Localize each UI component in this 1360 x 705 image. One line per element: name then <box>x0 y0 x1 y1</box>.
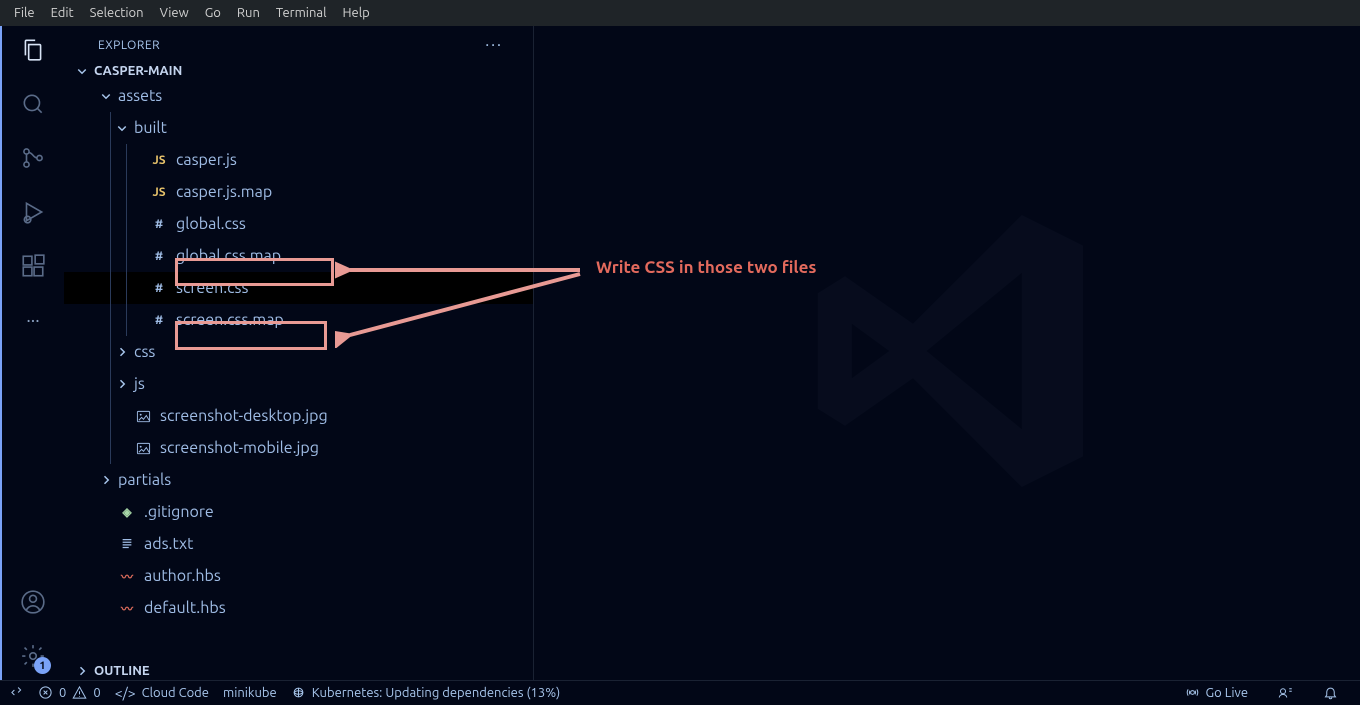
outline-section-header[interactable]: OUTLINE <box>64 660 533 680</box>
css-icon: # <box>150 247 168 265</box>
menu-selection[interactable]: Selection <box>82 4 152 22</box>
folder-built[interactable]: built <box>64 112 533 144</box>
chevron-right-icon <box>114 376 130 392</box>
file-screen-css-map[interactable]: # screen.css.map <box>64 304 533 336</box>
file-label: casper.js <box>176 151 237 169</box>
status-kubernetes[interactable]: Kubernetes: Updating dependencies (13%) <box>291 685 561 700</box>
status-cloud-code-label: Cloud Code <box>142 686 209 700</box>
file-screenshot-mobile[interactable]: screenshot-mobile.jpg <box>64 432 533 464</box>
project-name: CASPER-MAIN <box>94 64 182 78</box>
status-warnings-count: 0 <box>93 686 100 700</box>
text-icon <box>118 535 136 553</box>
folder-css[interactable]: css <box>64 336 533 368</box>
status-minikube[interactable]: minikube <box>223 686 277 700</box>
remote-indicator[interactable] <box>0 681 34 705</box>
folder-assets[interactable]: assets <box>64 80 533 112</box>
settings-badge: 1 <box>34 657 51 674</box>
editor-area <box>534 26 1360 680</box>
source-control-icon[interactable] <box>19 144 47 172</box>
file-casper-js-map[interactable]: JS casper.js.map <box>64 176 533 208</box>
folder-label: css <box>134 343 155 361</box>
chevron-down-icon <box>98 88 114 104</box>
status-feedback-icon[interactable] <box>1278 685 1293 700</box>
outline-label: OUTLINE <box>94 664 150 678</box>
handlebars-icon: 〰 <box>118 599 136 617</box>
file-casper-js[interactable]: JS casper.js <box>64 144 533 176</box>
git-icon: ◈ <box>118 503 136 521</box>
activity-bar: ··· 1 <box>0 26 64 680</box>
file-label: casper.js.map <box>176 183 272 201</box>
explorer-icon[interactable] <box>19 36 47 64</box>
status-kubernetes-label: Kubernetes: Updating dependencies (13%) <box>312 686 561 700</box>
chevron-right-icon <box>98 472 114 488</box>
css-icon: # <box>150 215 168 233</box>
status-cloud-code[interactable]: </> Cloud Code <box>115 685 209 701</box>
file-screenshot-desktop[interactable]: screenshot-desktop.jpg <box>64 400 533 432</box>
explorer-sidebar: EXPLORER ··· CASPER-MAIN assets built JS <box>64 26 534 680</box>
ellipsis-icon[interactable]: ··· <box>19 306 47 334</box>
explorer-title: EXPLORER <box>98 39 160 52</box>
annotation-text: Write CSS in those two files <box>596 258 816 277</box>
menu-file[interactable]: File <box>6 4 43 22</box>
file-label: screenshot-desktop.jpg <box>160 407 328 425</box>
file-gitignore[interactable]: ◈ .gitignore <box>64 496 533 528</box>
status-bar: 0 0 </> Cloud Code minikube Kubernetes: … <box>0 680 1360 704</box>
settings-icon[interactable]: 1 <box>19 642 47 670</box>
folder-partials[interactable]: partials <box>64 464 533 496</box>
file-label: ads.txt <box>144 535 193 553</box>
file-label: .gitignore <box>144 503 214 521</box>
file-global-css[interactable]: # global.css <box>64 208 533 240</box>
file-label: author.hbs <box>144 567 221 585</box>
status-errors-count: 0 <box>59 686 66 700</box>
file-label: global.css.map <box>176 247 281 265</box>
menu-terminal[interactable]: Terminal <box>268 4 335 22</box>
css-icon: # <box>150 311 168 329</box>
search-icon[interactable] <box>19 90 47 118</box>
folder-label: js <box>134 375 145 393</box>
folder-label: built <box>134 119 167 137</box>
file-label: screenshot-mobile.jpg <box>160 439 319 457</box>
chevron-down-icon <box>114 120 130 136</box>
file-ads-txt[interactable]: ads.txt <box>64 528 533 560</box>
extensions-icon[interactable] <box>19 252 47 280</box>
file-screen-css[interactable]: # screen.css <box>64 272 533 304</box>
folder-label: partials <box>118 471 171 489</box>
chevron-right-icon <box>114 344 130 360</box>
js-icon: JS <box>150 151 168 169</box>
menu-view[interactable]: View <box>152 4 197 22</box>
status-bell-icon[interactable] <box>1323 685 1338 700</box>
folder-label: assets <box>118 87 162 105</box>
image-icon <box>134 439 152 457</box>
css-icon: # <box>150 279 168 297</box>
status-problems[interactable]: 0 0 <box>38 685 101 700</box>
file-label: default.hbs <box>144 599 226 617</box>
explorer-more-icon[interactable]: ··· <box>485 36 513 54</box>
menu-go[interactable]: Go <box>197 4 229 22</box>
status-minikube-label: minikube <box>223 686 277 700</box>
accounts-icon[interactable] <box>19 588 47 616</box>
file-global-css-map[interactable]: # global.css.map <box>64 240 533 272</box>
menu-edit[interactable]: Edit <box>43 4 82 22</box>
project-section-header[interactable]: CASPER-MAIN <box>64 62 533 80</box>
status-go-live[interactable]: Go Live <box>1185 685 1248 700</box>
file-tree: assets built JS casper.js JS casper.js.m… <box>64 80 533 660</box>
file-author-hbs[interactable]: 〰 author.hbs <box>64 560 533 592</box>
vscode-watermark-icon <box>777 181 1117 525</box>
menubar: File Edit Selection View Go Run Terminal… <box>0 0 1360 26</box>
image-icon <box>134 407 152 425</box>
file-default-hbs[interactable]: 〰 default.hbs <box>64 592 533 624</box>
file-label: screen.css.map <box>176 311 284 329</box>
js-icon: JS <box>150 183 168 201</box>
menu-help[interactable]: Help <box>334 4 377 22</box>
run-debug-icon[interactable] <box>19 198 47 226</box>
handlebars-icon: 〰 <box>118 567 136 585</box>
folder-js[interactable]: js <box>64 368 533 400</box>
file-label: screen.css <box>176 279 248 297</box>
status-go-live-label: Go Live <box>1206 686 1248 700</box>
menu-run[interactable]: Run <box>229 4 268 22</box>
file-label: global.css <box>176 215 246 233</box>
